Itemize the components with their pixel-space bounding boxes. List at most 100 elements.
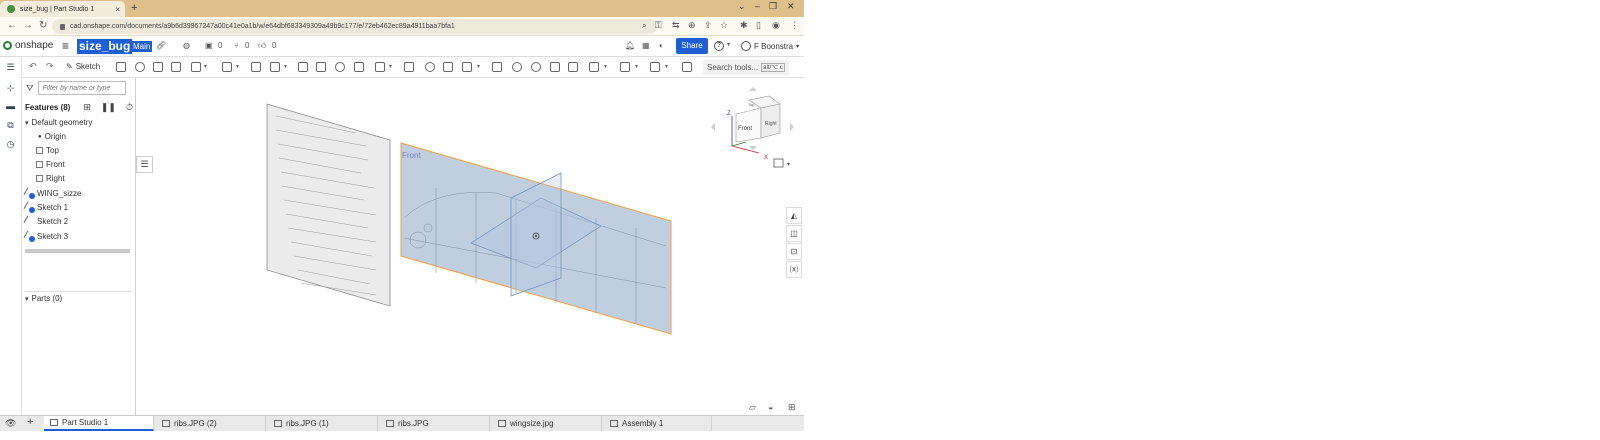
tree-item-origin[interactable]: ● Origin (38, 132, 66, 141)
extrude-icon[interactable] (116, 62, 126, 72)
close-tab-icon[interactable]: × (115, 5, 120, 14)
versions-icon[interactable]: ▣ (205, 41, 213, 50)
sketch-button[interactable]: ✎ Sketch (66, 62, 100, 71)
history-icon[interactable]: ◷ (5, 139, 16, 149)
tree-item-right-plane[interactable]: Right (36, 174, 65, 183)
measure-dropdown-icon[interactable]: ▾ (665, 63, 668, 70)
comments-icon[interactable]: ▬ (5, 101, 16, 111)
pattern-dropdown-icon[interactable]: ▾ (389, 63, 392, 70)
default-geometry-folder[interactable]: ▾ Default geometry (25, 118, 92, 127)
transform-dropdown-icon[interactable]: ▾ (477, 63, 480, 70)
like-icon[interactable]: 👍︎ (258, 41, 266, 51)
learning-center-icon[interactable]: ◐ (659, 41, 664, 50)
new-tab-button[interactable]: + (131, 2, 137, 14)
forward-arrow-icon[interactable]: → (23, 20, 33, 31)
helix-icon[interactable] (550, 62, 560, 72)
mirror-icon[interactable] (404, 62, 414, 72)
sheet-metal-icon[interactable] (589, 62, 599, 72)
notifications-icon[interactable]: 🔔︎ (625, 41, 635, 50)
browser-menu-icon[interactable]: ⋮ (790, 20, 799, 31)
share-button[interactable]: Share (676, 38, 708, 54)
app-store-icon[interactable]: ▦ (642, 41, 650, 50)
pause-icon[interactable]: ❚❚ (101, 102, 116, 113)
explode-icon[interactable]: ⊡ (786, 243, 802, 260)
tree-item-sketch[interactable]: Sketch 3 (23, 230, 68, 242)
tree-item-top-plane[interactable]: Top (36, 146, 59, 155)
tree-item-sketch[interactable]: WING_sizze (23, 187, 81, 199)
tab-ribs-2[interactable]: ribs.JPG (2) (156, 416, 266, 431)
chamfer-icon[interactable] (251, 62, 261, 72)
translate-icon[interactable]: ⇆ (672, 20, 680, 31)
side-panel-icon[interactable]: ▯ (756, 20, 761, 31)
hole-icon[interactable] (335, 62, 345, 72)
fillet-dropdown-icon[interactable]: ▾ (236, 63, 239, 70)
display-states-icon[interactable]: ⊞ (788, 402, 796, 413)
view-mode-icon[interactable]: ▾ (773, 158, 790, 168)
url-bar[interactable]: cad.onshape.com/documents/a9b6d39967247a… (52, 19, 657, 34)
add-folder-icon[interactable]: ⊞ (83, 102, 91, 113)
plane-icon[interactable] (512, 62, 522, 72)
boolean-icon[interactable] (425, 62, 435, 72)
filter-input[interactable] (37, 81, 126, 95)
insert-icon[interactable]: ⊹ (5, 83, 16, 93)
tab-assembly-1[interactable]: Assembly 1 (604, 416, 712, 431)
window-close-icon[interactable]: ✕ (787, 1, 795, 12)
custom-feature-icon[interactable] (682, 62, 692, 72)
share-page-icon[interactable]: ⇪ (704, 20, 712, 31)
measure-icon[interactable] (650, 62, 660, 72)
sheet-metal-dropdown-icon[interactable]: ▾ (604, 63, 607, 70)
key-icon[interactable]: ⚿ (655, 20, 662, 31)
pattern-icon[interactable] (375, 62, 385, 72)
tab-part-studio-1[interactable]: Part Studio 1 (44, 416, 154, 431)
rollback-timer-icon[interactable]: ⏱︎ (126, 102, 133, 113)
variable-table-icon[interactable]: ⒳ (786, 261, 802, 278)
render-mode-icon[interactable]: ▱ (749, 402, 756, 413)
cylinder-icon[interactable] (354, 62, 364, 72)
named-views-icon[interactable]: ◒ (768, 402, 773, 412)
parts-folder[interactable]: ▾ Parts (0) (25, 294, 62, 303)
sweep-icon[interactable] (153, 62, 163, 72)
rib-icon[interactable] (316, 62, 326, 72)
parts-icon[interactable]: ⧉ (5, 120, 16, 130)
document-name[interactable]: size_bug (77, 39, 133, 54)
branches-icon[interactable]: ⑂ (234, 41, 239, 50)
mate-connector-icon[interactable] (531, 62, 541, 72)
minimize-icon[interactable]: – (755, 1, 760, 11)
graphics-viewport[interactable]: Front X Z Top Front Right ▾ (136, 78, 804, 415)
draft-icon[interactable] (270, 62, 280, 72)
thicken-dropdown-icon[interactable]: ▾ (204, 63, 207, 70)
tab-search-icon[interactable]: ⌄ (738, 1, 746, 12)
surface-icon[interactable] (620, 62, 630, 72)
zoom-icon[interactable]: ⊕ (688, 20, 696, 31)
split-icon[interactable] (443, 62, 453, 72)
transform-icon[interactable] (462, 62, 472, 72)
curve-icon[interactable] (568, 62, 578, 72)
back-arrow-icon[interactable]: ← (7, 20, 17, 31)
add-element-button[interactable]: + (27, 416, 33, 428)
branch-badge[interactable]: Main (131, 41, 153, 52)
help-icon[interactable]: ? (714, 41, 724, 51)
tab-ribs[interactable]: ribs.JPG (380, 416, 490, 431)
undo-icon[interactable]: ↶ (29, 61, 37, 72)
onshape-logo[interactable]: onshape (3, 40, 53, 51)
zoom-search-icon[interactable]: ⌕ (642, 21, 646, 31)
extensions-icon[interactable]: ✱ (740, 20, 748, 31)
tree-item-sketch[interactable]: Sketch 1 (23, 201, 68, 213)
rollback-bar[interactable] (25, 249, 130, 253)
draft-dropdown-icon[interactable]: ▾ (284, 63, 287, 70)
restore-icon[interactable]: ❐ (769, 1, 777, 12)
public-globe-icon[interactable]: ◍ (183, 41, 190, 50)
shell-icon[interactable] (298, 62, 308, 72)
user-menu[interactable]: F Boonstra ▾ (741, 41, 799, 51)
feature-list-icon[interactable]: ☰ (5, 62, 16, 72)
help-dropdown-icon[interactable]: ▾ (727, 41, 730, 48)
appearance-icon[interactable]: ◭ (786, 207, 802, 224)
element-visibility-icon[interactable]: 👁︎ (5, 418, 16, 429)
surface-dropdown-icon[interactable]: ▾ (635, 63, 638, 70)
tab-wingsize[interactable]: wingsize.jpg (492, 416, 602, 431)
thicken-icon[interactable] (191, 62, 201, 72)
profile-icon[interactable]: ◉ (772, 20, 780, 31)
section-view-icon[interactable]: ◫ (786, 225, 802, 242)
tree-item-front-plane[interactable]: Front (36, 160, 65, 169)
search-tools[interactable]: Search tools... alt/⌥ c (703, 60, 789, 75)
